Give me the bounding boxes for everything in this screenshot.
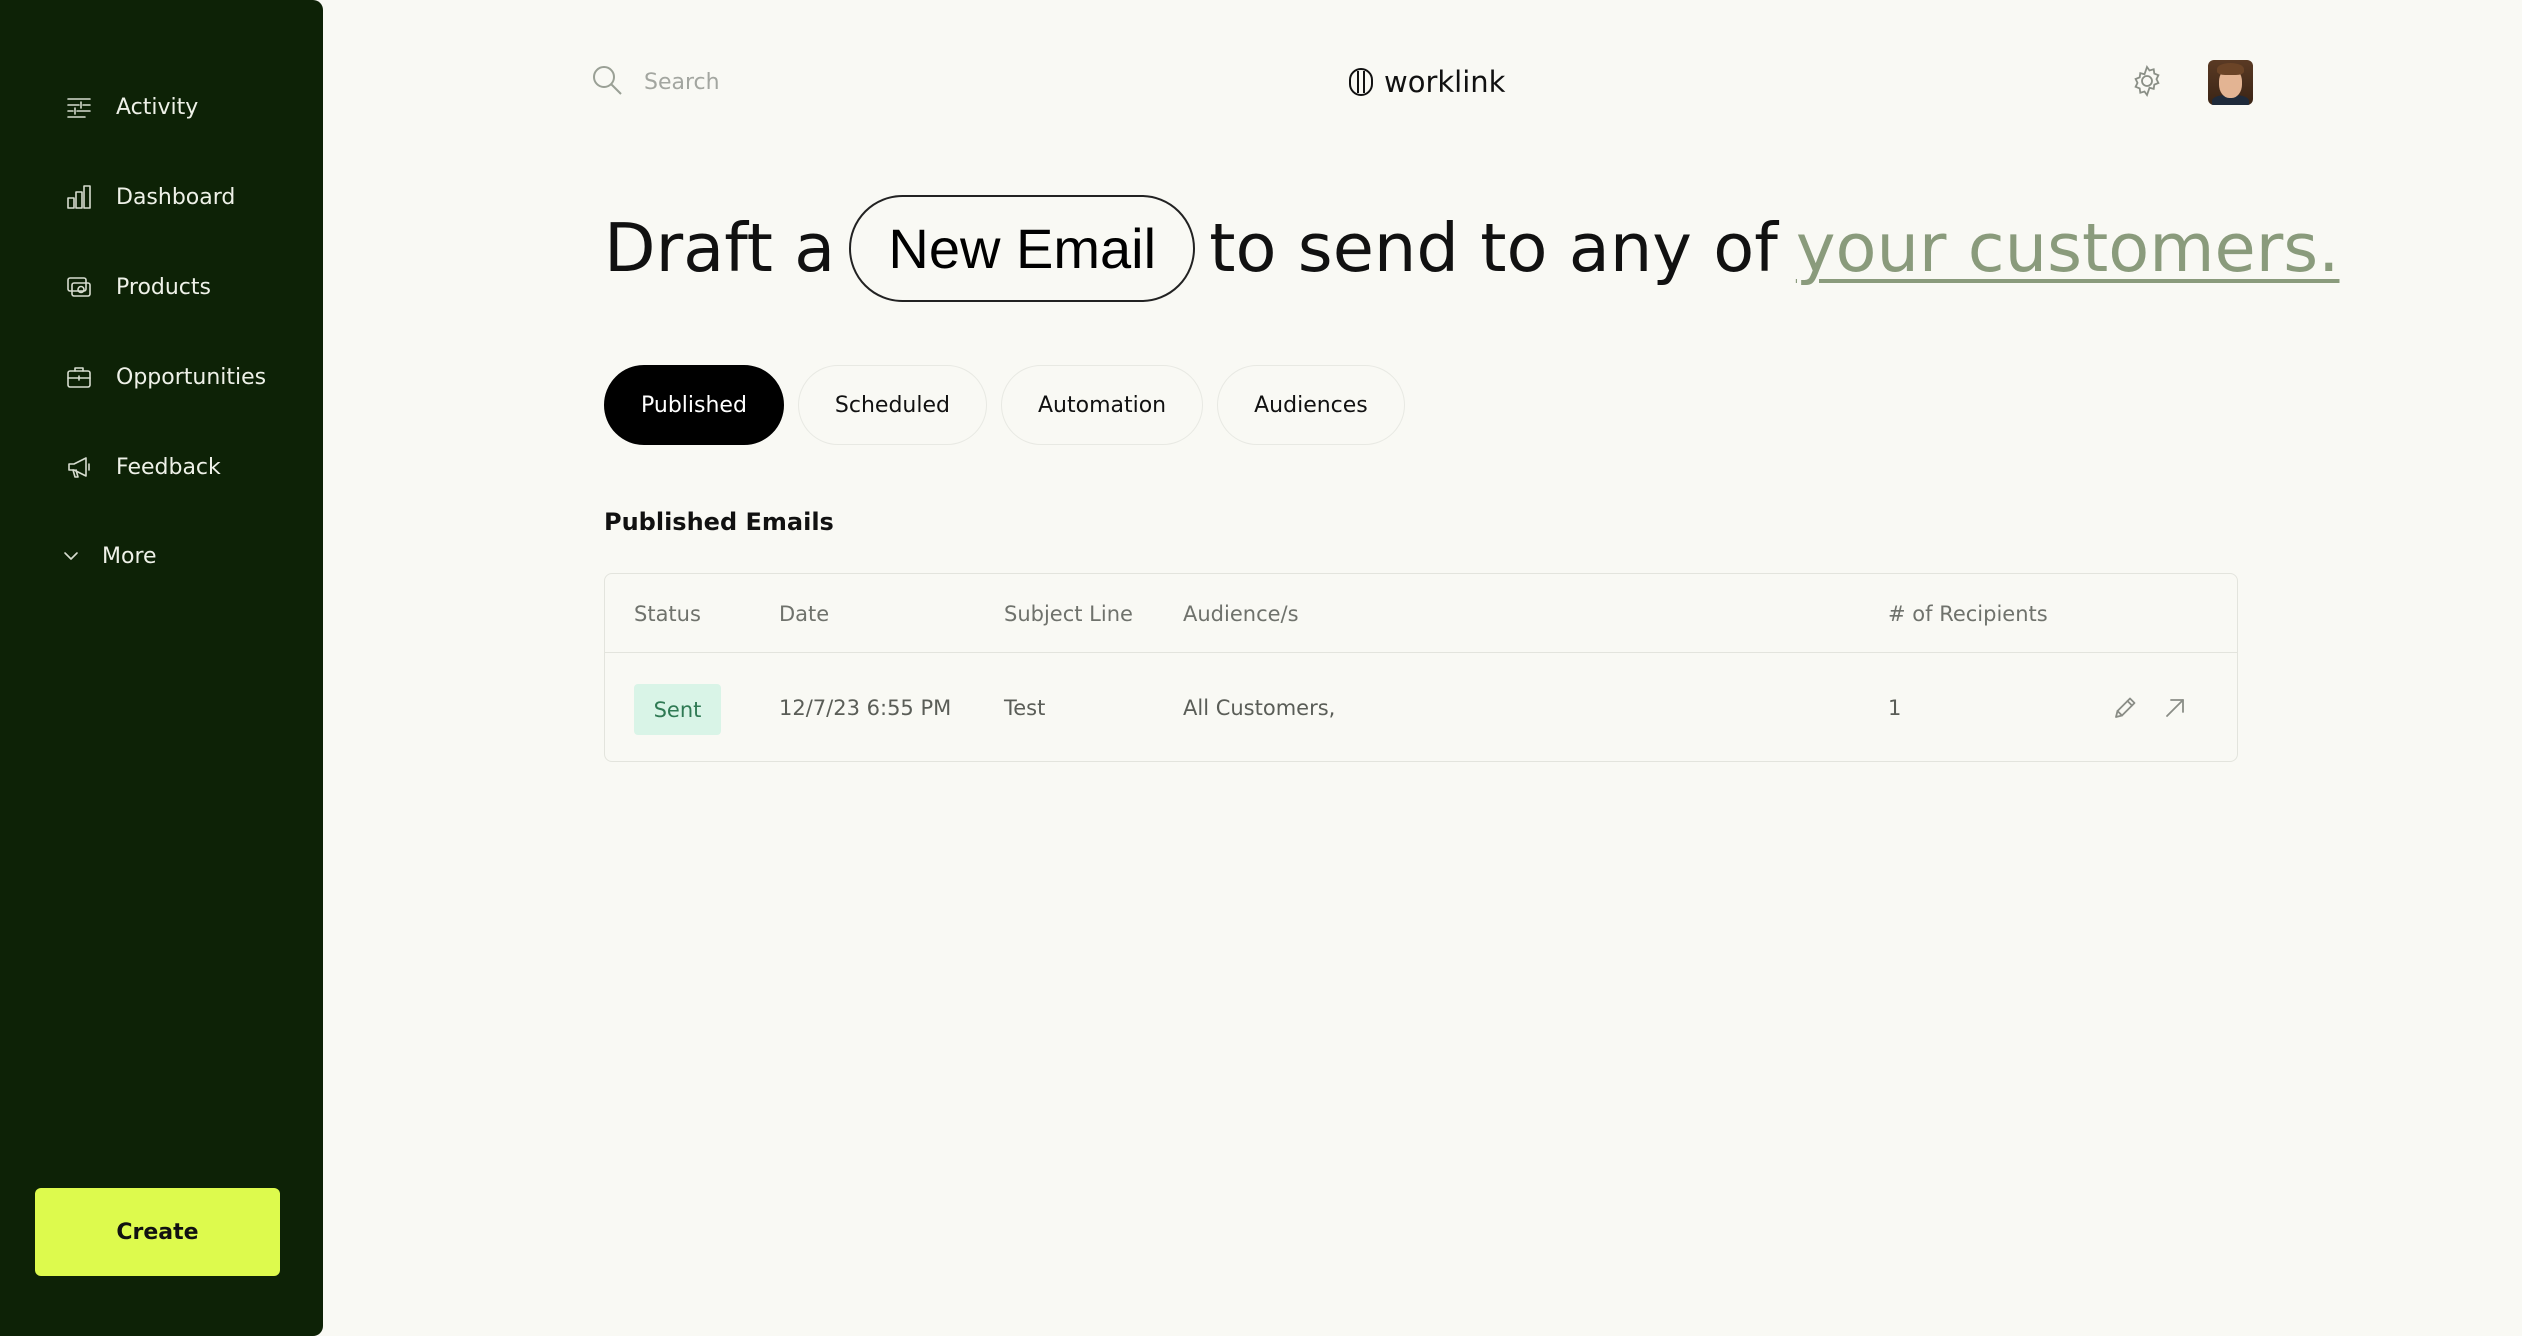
sidebar-item-dashboard[interactable]: Dashboard: [64, 172, 304, 222]
avatar-hair: [2217, 63, 2244, 75]
sidebar-more-label: More: [102, 543, 157, 569]
new-email-button[interactable]: New Email: [849, 194, 1196, 302]
tab-automation[interactable]: Automation: [1000, 365, 1204, 445]
search-input[interactable]: [644, 69, 964, 95]
sidebar-item-feedback[interactable]: Feedback: [64, 442, 304, 492]
section-title: Published Emails: [604, 508, 834, 536]
table-header: Status Date Subject Line Audience/s # of…: [605, 574, 2237, 653]
headline-middle: to send to any of: [1209, 209, 1778, 287]
customers-link[interactable]: your customers.: [1796, 209, 2340, 287]
activity-icon: [64, 92, 94, 122]
column-header-subject: Subject Line: [1004, 602, 1133, 626]
sidebar-item-label: Opportunities: [116, 364, 267, 390]
sidebar-item-opportunities[interactable]: Opportunities: [64, 352, 304, 402]
published-emails-table: Status Date Subject Line Audience/s # of…: [604, 573, 2238, 762]
status-badge: Sent: [634, 684, 721, 735]
sidebar-item-label: Dashboard: [116, 184, 236, 210]
tab-scheduled[interactable]: Scheduled: [797, 365, 987, 445]
briefcase-icon: [64, 362, 94, 392]
app-root: Activity Dashboard Products Opportunitie…: [0, 0, 2522, 1336]
headline-prefix: Draft a: [604, 209, 836, 287]
products-icon: [64, 272, 94, 302]
headline: Draft a New Email to send to any of your…: [604, 193, 2339, 303]
table-row[interactable]: Sent 12/7/23 6:55 PM Test All Customers,…: [605, 654, 2237, 762]
bar-chart-icon: [64, 182, 94, 212]
megaphone-icon: [64, 452, 94, 482]
column-header-audience: Audience/s: [1183, 602, 1299, 626]
sidebar-more-toggle[interactable]: More: [60, 531, 300, 581]
tab-bar: Published Scheduled Automation Audiences: [604, 365, 1419, 445]
column-header-recipients: # of Recipients: [1888, 602, 2048, 626]
tab-published[interactable]: Published: [604, 365, 784, 445]
user-avatar[interactable]: [2208, 60, 2253, 105]
sidebar-item-label: Products: [116, 274, 211, 300]
column-header-date: Date: [779, 602, 830, 626]
logo-text: worklink: [1384, 65, 1506, 99]
cell-subject: Test: [1004, 696, 1046, 720]
search-bar: [590, 60, 990, 104]
logo-mark-icon: [1349, 68, 1373, 96]
cell-recipients: 1: [1888, 696, 1902, 720]
sidebar-item-label: Activity: [116, 94, 199, 120]
column-header-status: Status: [634, 602, 701, 626]
worklink-logo[interactable]: worklink: [1348, 60, 1505, 104]
open-external-icon[interactable]: [2161, 694, 2189, 722]
sidebar-item-products[interactable]: Products: [64, 262, 304, 312]
settings-button[interactable]: [2130, 64, 2164, 98]
tab-audiences[interactable]: Audiences: [1217, 365, 1405, 445]
sidebar: Activity Dashboard Products Opportunitie…: [0, 0, 323, 1336]
sidebar-item-activity[interactable]: Activity: [64, 82, 304, 132]
search-icon[interactable]: [590, 63, 624, 101]
edit-icon[interactable]: [2111, 694, 2139, 722]
gear-icon: [2134, 65, 2160, 97]
chevron-down-icon: [60, 541, 82, 571]
cell-date: 12/7/23 6:55 PM: [779, 696, 952, 720]
cell-audience: All Customers,: [1183, 696, 1336, 720]
create-button[interactable]: Create: [35, 1188, 280, 1276]
sidebar-item-label: Feedback: [116, 454, 221, 480]
